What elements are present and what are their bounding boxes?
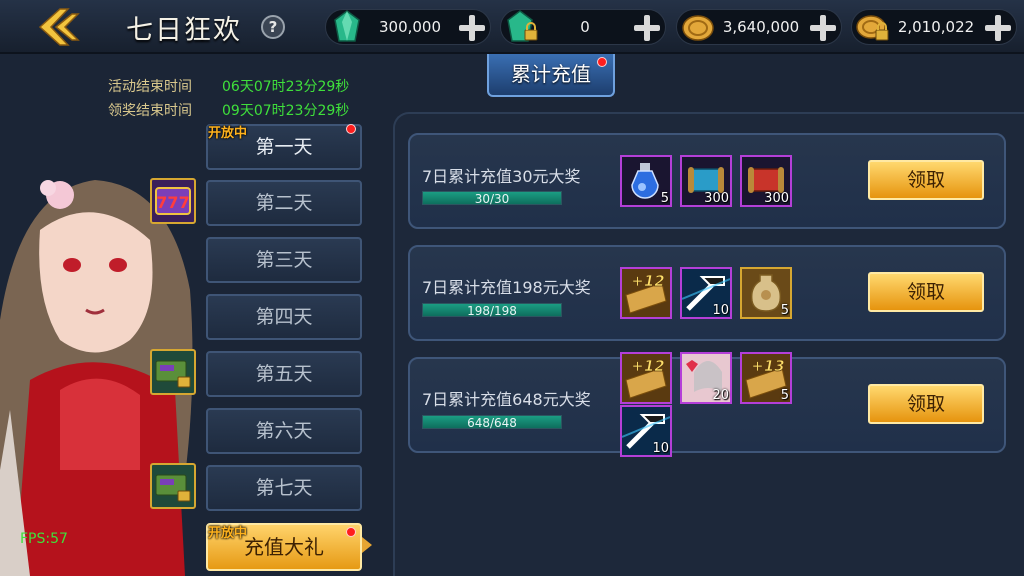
notification-dot — [346, 527, 356, 537]
day-6-button[interactable]: 第六天 — [206, 408, 362, 454]
green-gem-icon — [334, 10, 360, 42]
tab-cumulative-recharge[interactable]: 累计充值 — [487, 54, 615, 97]
resource-value: 0 — [580, 18, 590, 36]
reward-title: 7日累计充值648元大奖 — [422, 390, 591, 409]
resource-locked-gem: 0 — [500, 9, 666, 45]
back-arrow-icon[interactable] — [36, 6, 86, 48]
gold-coin-icon — [682, 15, 714, 41]
locked-ticket-icon — [150, 349, 196, 395]
reward-item[interactable]: 10 — [620, 405, 672, 457]
locked-gem-icon — [507, 10, 538, 42]
claim-button[interactable]: 领取 — [868, 384, 984, 424]
locked-ticket-icon — [150, 463, 196, 509]
add-locked-coin-button[interactable] — [984, 14, 1012, 42]
notification-dot — [346, 124, 356, 134]
enhance-badge: +12 — [631, 272, 664, 290]
reward-item[interactable]: +12 — [620, 352, 672, 404]
reward-item[interactable]: 5 — [740, 267, 792, 319]
locked-coin-icon — [856, 15, 889, 41]
progress-text: 198/198 — [467, 304, 517, 318]
reward-title: 7日累计充值198元大奖 — [422, 278, 591, 297]
item-count: 20 — [712, 388, 729, 403]
day-2-button[interactable]: 第二天 — [206, 180, 362, 226]
notification-dot — [597, 57, 607, 67]
page-title: 七日狂欢 — [126, 15, 242, 46]
activity-end-value: 06天07时23分29秒 — [222, 79, 350, 95]
fps-counter: FPS:57 — [20, 531, 68, 547]
plus12-scroll-icon: +12 — [622, 269, 670, 317]
day-3-button[interactable]: 第三天 — [206, 237, 362, 283]
open-status-tag: 开放中 — [208, 526, 248, 541]
resource-value: 2,010,022 — [897, 18, 975, 36]
resource-value: 3,640,000 — [722, 18, 800, 36]
activity-end-label: 活动结束时间 — [108, 79, 192, 95]
add-locked-gem-button[interactable] — [633, 14, 661, 42]
add-green-gem-button[interactable] — [458, 14, 486, 42]
claim-button[interactable]: 领取 — [868, 272, 984, 312]
reward-end-value: 09天07时23分29秒 — [222, 103, 350, 119]
open-status-tag: 开放中 — [208, 126, 248, 141]
reward-item[interactable]: 300 — [680, 155, 732, 207]
item-count: 300 — [764, 191, 789, 206]
selected-arrow-icon — [362, 537, 372, 553]
item-count: 10 — [652, 441, 669, 456]
enhance-badge: +13 — [751, 357, 784, 375]
plus12-scroll-icon: +12 — [622, 354, 670, 402]
reward-end-label: 领奖结束时间 — [108, 103, 192, 119]
reward-item[interactable]: +13 5 — [740, 352, 792, 404]
item-count: 10 — [712, 303, 729, 318]
reward-item[interactable]: 10 — [680, 267, 732, 319]
item-count: 5 — [780, 388, 789, 403]
item-count: 5 — [780, 303, 789, 318]
add-gold-coin-button[interactable] — [809, 14, 837, 42]
slot-machine-icon: 777 — [150, 178, 196, 224]
reward-item[interactable]: +12 — [620, 267, 672, 319]
reward-title: 7日累计充值30元大奖 — [422, 167, 581, 186]
progress-text: 648/648 — [467, 416, 517, 430]
resource-green-gem: 300,000 — [325, 9, 491, 45]
item-count: 5 — [660, 191, 669, 206]
day-4-button[interactable]: 第四天 — [206, 294, 362, 340]
reward-item[interactable]: 300 — [740, 155, 792, 207]
reward-item[interactable]: 20 — [680, 352, 732, 404]
claim-button[interactable]: 领取 — [868, 160, 984, 200]
resource-value: 300,000 — [378, 18, 442, 36]
help-icon[interactable]: ? — [261, 15, 285, 39]
resource-gold-coin: 3,640,000 — [676, 9, 842, 45]
item-count: 300 — [704, 191, 729, 206]
enhance-badge: +12 — [631, 357, 664, 375]
svg-text:777: 777 — [156, 193, 189, 212]
progress-text: 30/30 — [474, 192, 510, 206]
reward-item[interactable]: 5 — [620, 155, 672, 207]
day-7-button[interactable]: 第七天 — [206, 465, 362, 511]
day-5-button[interactable]: 第五天 — [206, 351, 362, 397]
resource-locked-coin: 2,010,022 — [851, 9, 1017, 45]
